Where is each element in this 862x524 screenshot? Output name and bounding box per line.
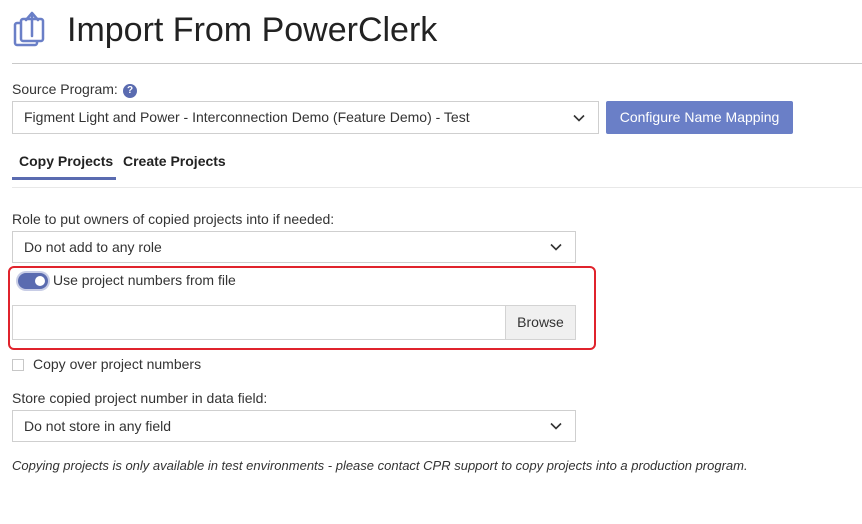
page-title: Import From PowerClerk <box>67 11 438 49</box>
toggle-knob <box>35 276 45 286</box>
source-program-select[interactable]: Figment Light and Power - Interconnectio… <box>12 101 599 134</box>
configure-name-mapping-button[interactable]: Configure Name Mapping <box>606 101 793 134</box>
role-select[interactable]: Do not add to any role <box>12 231 576 263</box>
header-divider <box>12 63 862 64</box>
store-field-select[interactable]: Do not store in any field <box>12 410 576 442</box>
use-project-numbers-toggle[interactable] <box>18 273 48 289</box>
question-icon[interactable]: ? <box>123 84 137 98</box>
use-project-numbers-label: Use project numbers from file <box>53 272 236 288</box>
tab-copy-projects[interactable]: Copy Projects <box>19 152 113 170</box>
store-field-label: Store copied project number in data fiel… <box>12 390 268 406</box>
browse-button[interactable]: Browse <box>505 306 575 339</box>
tabs-divider <box>12 187 862 188</box>
chevron-down-icon <box>550 243 562 251</box>
tab-create-projects[interactable]: Create Projects <box>123 152 226 170</box>
copy-project-numbers-label: Copy over project numbers <box>33 356 202 372</box>
role-select-value: Do not add to any role <box>24 239 162 255</box>
project-numbers-file-input[interactable]: Browse <box>12 305 576 340</box>
chevron-down-icon <box>573 114 585 122</box>
import-upload-icon <box>12 10 50 48</box>
store-field-value: Do not store in any field <box>24 418 172 434</box>
role-field-label: Role to put owners of copied projects in… <box>12 211 335 227</box>
chevron-down-icon <box>550 422 562 430</box>
test-environment-note: Copying projects is only available in te… <box>12 458 748 473</box>
active-tab-indicator <box>12 177 116 180</box>
source-program-label: Source Program: <box>12 81 118 97</box>
copy-project-numbers-checkbox[interactable] <box>12 359 24 371</box>
source-program-value: Figment Light and Power - Interconnectio… <box>24 109 470 125</box>
